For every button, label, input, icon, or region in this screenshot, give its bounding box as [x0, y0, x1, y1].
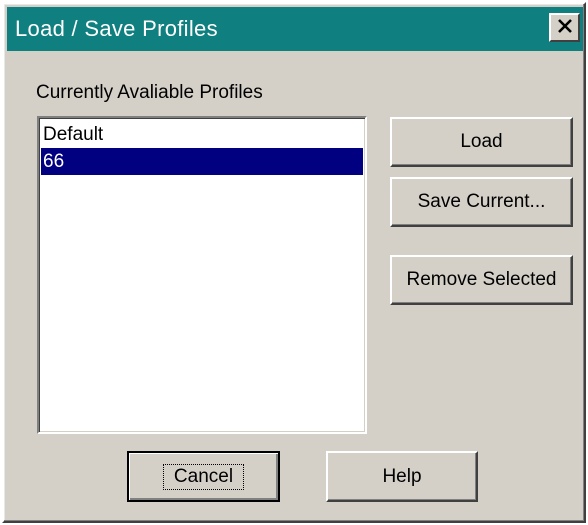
help-button[interactable]: Help: [326, 451, 478, 502]
save-current-button[interactable]: Save Current...: [390, 177, 573, 227]
list-item-66[interactable]: 66: [41, 148, 363, 175]
cancel-button[interactable]: Cancel: [127, 451, 280, 502]
profiles-list-label: Currently Avaliable Profiles: [36, 82, 263, 103]
close-button[interactable]: [549, 13, 580, 42]
window-title: Load / Save Profiles: [15, 16, 218, 41]
load-save-profiles-dialog: Load / Save Profiles Currently Avaliable…: [2, 2, 586, 523]
load-button[interactable]: Load: [390, 117, 573, 167]
list-item-default[interactable]: Default: [41, 121, 363, 148]
remove-selected-button[interactable]: Remove Selected: [390, 255, 573, 305]
title-bar[interactable]: Load / Save Profiles: [7, 7, 583, 51]
cancel-button-label: Cancel: [162, 463, 245, 490]
profiles-listbox[interactable]: Default 66: [37, 116, 367, 434]
close-icon: [557, 18, 573, 37]
